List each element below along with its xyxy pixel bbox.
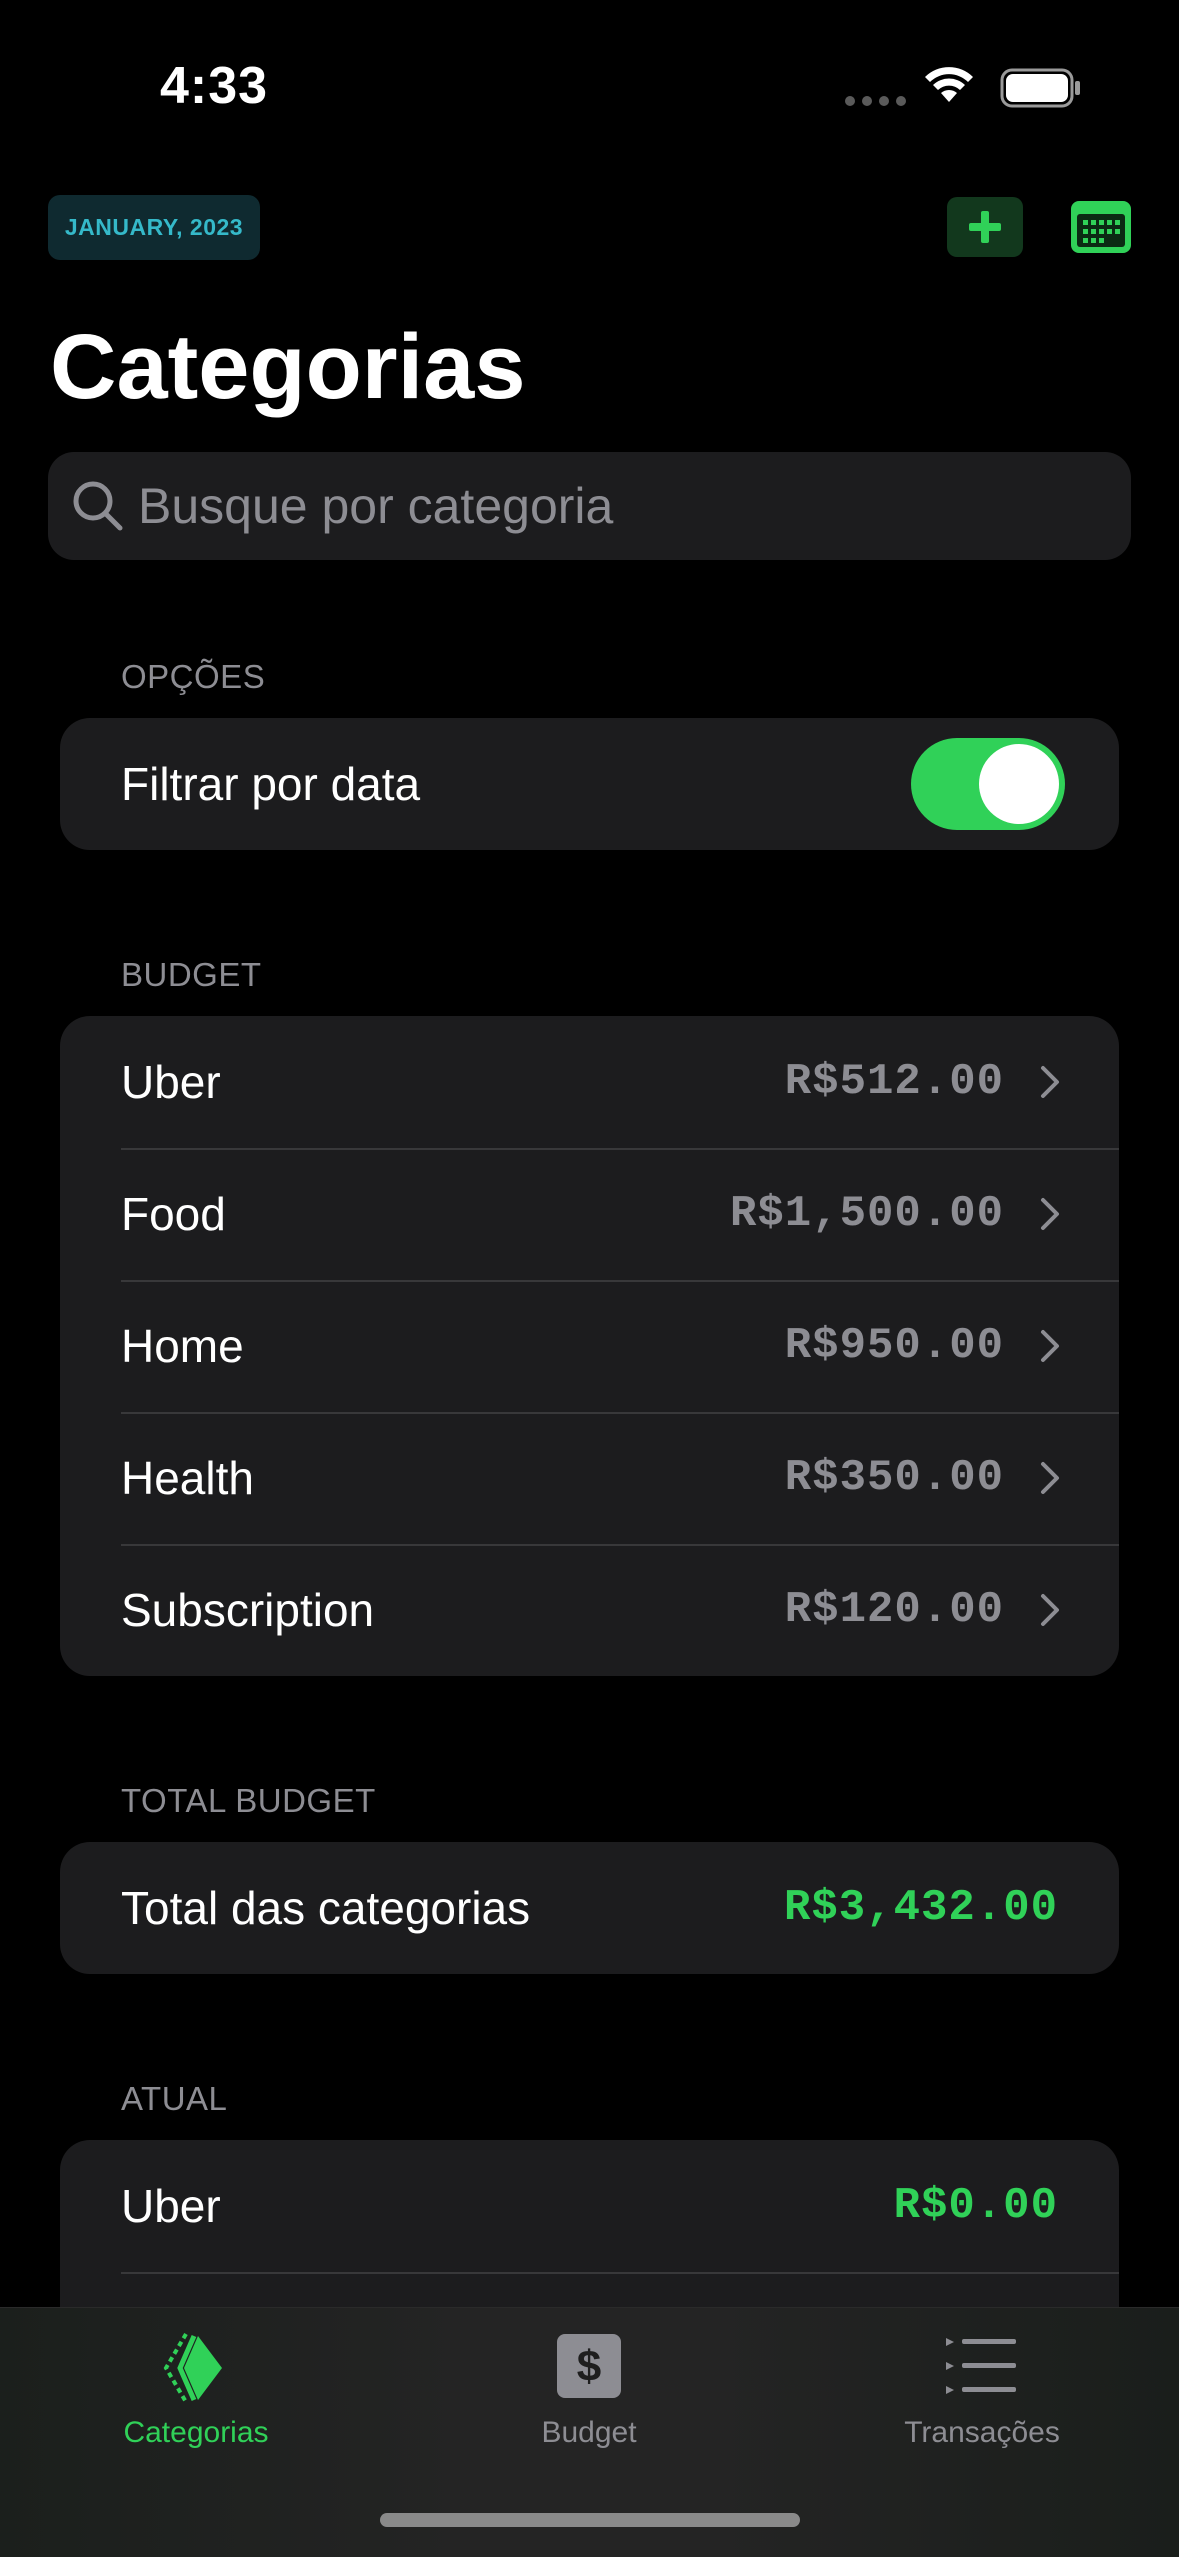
budget-item-value: R$1,500.00 [729,1189,1004,1239]
search-bar[interactable] [48,452,1131,560]
total-budget-group: Total das categorias R$3,432.00 [60,1842,1119,1974]
tab-label: Budget [541,2416,637,2449]
budget-row-health[interactable]: Health R$350.00 [60,1412,1119,1544]
tab-budget[interactable]: $ Budget [439,2308,739,2508]
atual-row-uber[interactable]: Uber R$0.00 [60,2140,1119,2272]
tab-label: Transações [904,2416,1060,2449]
budget-item-label: Food [121,1188,226,1240]
page-title: Categorias [50,316,526,418]
budget-row-uber[interactable]: Uber R$512.00 [60,1016,1119,1148]
chevron-right-icon [1041,1330,1059,1362]
status-time: 4:33 [160,57,269,115]
chevron-right-icon [1041,1462,1059,1494]
chevron-right-icon [1041,1066,1059,1098]
budget-row-food[interactable]: Food R$1,500.00 [60,1148,1119,1280]
atual-item-value: R$0.00 [893,2181,1058,2231]
budget-row-home[interactable]: Home R$950.00 [60,1280,1119,1412]
battery-icon [1000,68,1080,108]
wifi-icon [925,67,973,102]
tab-categorias[interactable]: Categorias [46,2308,346,2508]
budget-item-value: R$350.00 [784,1453,1004,1503]
tab-transacoes[interactable]: Transações [832,2308,1132,2508]
list-icon [946,2338,1016,2394]
search-icon [73,481,123,531]
budget-list: Uber R$512.00 Food R$1,500.00 Home R$950… [60,1016,1119,1676]
dollar-icon: $ [557,2334,621,2398]
budget-item-label: Home [121,1320,244,1372]
atual-section-label: ATUAL [121,2080,228,2117]
calendar-button[interactable] [1069,197,1133,257]
search-input[interactable] [138,452,1098,560]
total-budget-section-label: TOTAL BUDGET [121,1782,376,1819]
filter-by-date-label: Filtrar por data [121,758,421,810]
filter-by-date-toggle[interactable] [911,738,1065,830]
tab-label: Categorias [123,2416,269,2449]
plus-icon [969,211,1001,243]
budget-item-value: R$512.00 [784,1057,1004,1107]
options-section-label: OPÇÕES [121,658,266,695]
total-budget-row: Total das categorias R$3,432.00 [60,1842,1119,1974]
svg-text:$: $ [577,2342,601,2391]
calendar-icon [1071,201,1131,253]
total-budget-label: Total das categorias [121,1882,531,1934]
budget-item-label: Subscription [121,1584,375,1636]
toggle-knob [979,744,1059,824]
budget-item-label: Uber [121,1056,221,1108]
date-filter-badge[interactable]: JANUARY, 2023 [48,195,260,260]
atual-item-label: Uber [121,2180,221,2232]
budget-section-label: BUDGET [121,956,262,993]
home-indicator[interactable] [380,2513,800,2527]
filter-by-date-row: Filtrar por data [60,718,1119,850]
options-group: Filtrar por data [60,718,1119,850]
add-category-button[interactable] [947,197,1023,257]
budget-row-subscription[interactable]: Subscription R$120.00 [60,1544,1119,1676]
chevron-right-icon [1041,1198,1059,1230]
status-bar: 4:33 [0,0,1179,170]
budget-item-value: R$120.00 [784,1585,1004,1635]
total-budget-value: R$3,432.00 [783,1883,1058,1933]
budget-item-value: R$950.00 [784,1321,1004,1371]
budget-item-label: Health [121,1452,254,1504]
chevron-right-icon [1041,1594,1059,1626]
cellular-signal-icon [845,96,906,106]
categories-icon [163,2332,222,2404]
